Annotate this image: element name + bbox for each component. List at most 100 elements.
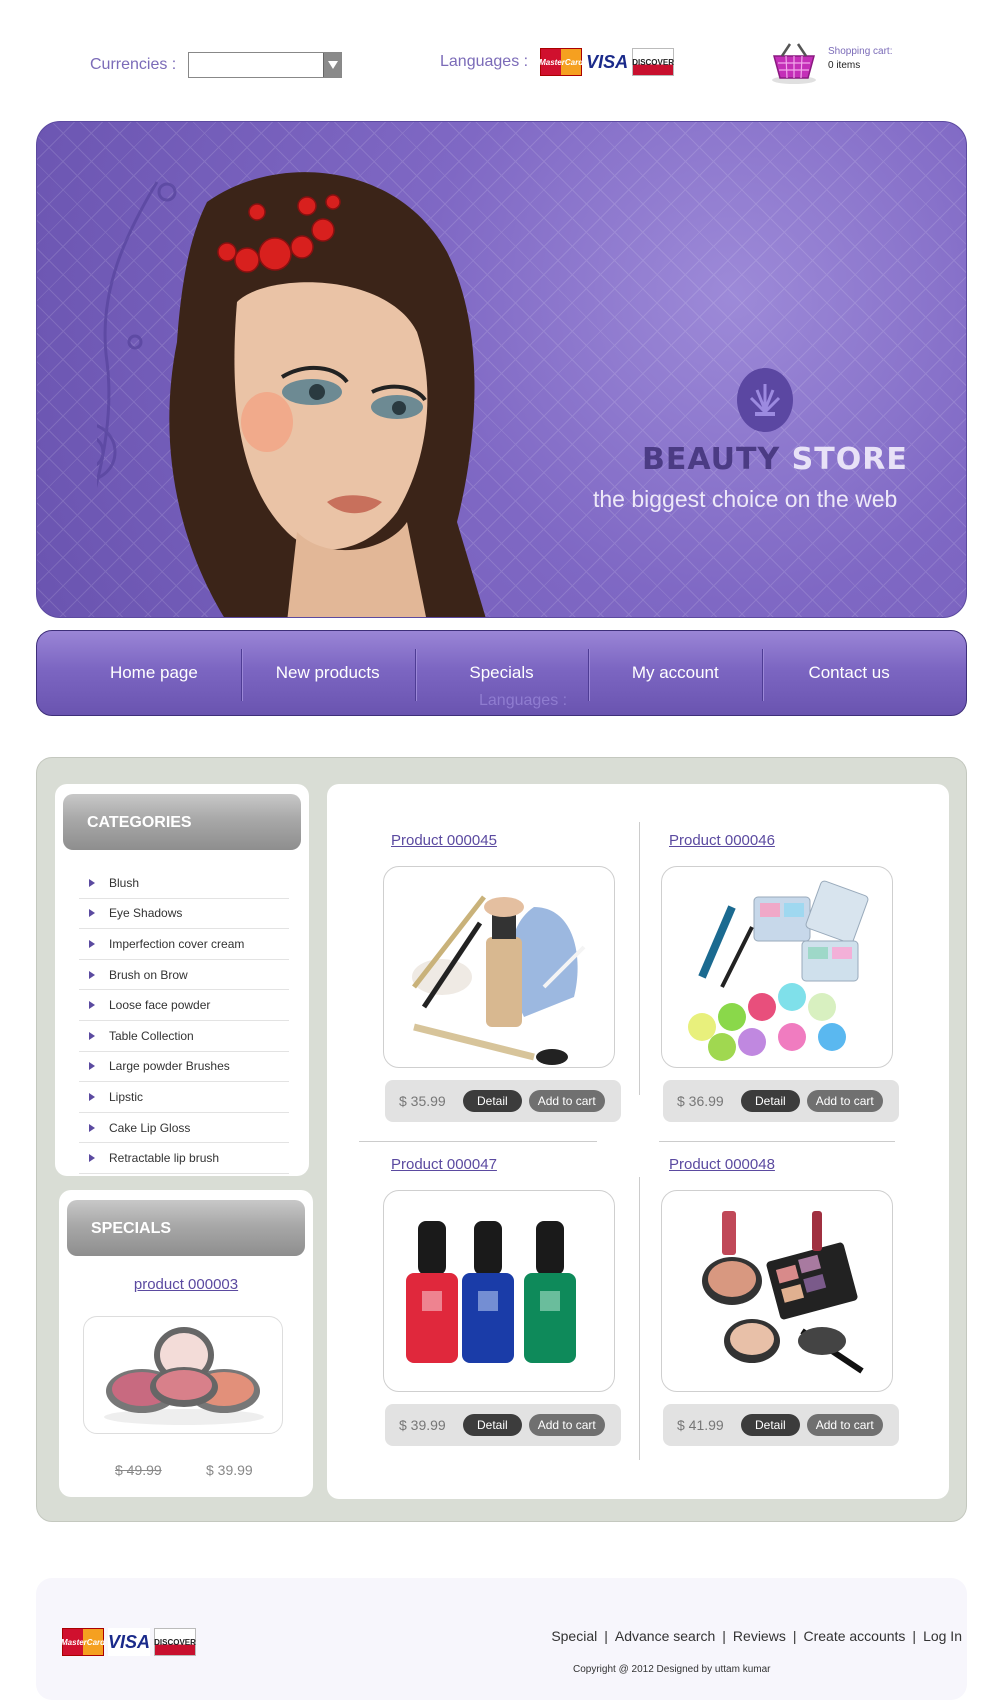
nav-new-products[interactable]: New products <box>240 643 415 703</box>
category-label: Imperfection cover cream <box>109 936 245 951</box>
currency-select[interactable] <box>188 52 343 78</box>
category-item[interactable]: Large powder Brushes <box>79 1052 289 1083</box>
main-content: CATEGORIES Blush Eye Shadows Imperfectio… <box>36 757 967 1522</box>
footer-link-special[interactable]: Special <box>551 1628 597 1644</box>
footer-links: Special | Advance search | Reviews | Cre… <box>551 1628 962 1644</box>
footer-link-advance-search[interactable]: Advance search <box>615 1628 715 1644</box>
arrow-right-icon <box>89 1123 95 1132</box>
banner-title-part1: BEAUTY <box>642 442 781 477</box>
category-item[interactable]: Table Collection <box>79 1021 289 1052</box>
product-image[interactable] <box>661 866 893 1068</box>
special-product-link[interactable]: product 000003 <box>59 1276 313 1293</box>
special-old-price: $ 49.99 <box>115 1462 162 1478</box>
visa-text: VISA <box>586 51 629 72</box>
footer-separator: | <box>912 1628 917 1644</box>
category-label: Loose face powder <box>109 998 211 1013</box>
category-item[interactable]: Lipstic <box>79 1082 289 1113</box>
arrow-right-icon <box>89 970 95 979</box>
category-label: Cake Lip Gloss <box>109 1120 191 1135</box>
compact-powder-icon <box>104 1327 264 1425</box>
product-grid: Product 000045 $ 35.99 Detail Add to car… <box>327 784 949 1499</box>
detail-button[interactable]: Detail <box>463 1090 522 1112</box>
arrow-right-icon <box>89 1031 95 1040</box>
column-divider <box>639 822 640 1095</box>
eyeshadow-palette-icon <box>688 880 869 1061</box>
discover-text: DISCOVER <box>632 57 674 67</box>
discover-logo: DISCOVER <box>154 1628 196 1656</box>
category-item[interactable]: Blush <box>79 868 289 899</box>
product-name-link[interactable]: Product 000045 <box>391 832 497 849</box>
makeup-kit-icon <box>702 1211 864 1374</box>
product-card: Product 000048 $ 41.99 Detail Add to car… <box>661 1136 901 1456</box>
product-name-link[interactable]: Product 000048 <box>669 1156 775 1173</box>
top-bar: Currencies : Languages : MasterCard VISA… <box>0 0 1003 110</box>
chevron-down-icon[interactable] <box>323 53 342 77</box>
special-product-image[interactable] <box>83 1316 283 1434</box>
category-label: Eye Shadows <box>109 906 183 921</box>
arrow-right-icon <box>89 878 95 887</box>
category-item[interactable]: Imperfection cover cream <box>79 929 289 960</box>
arrow-right-icon <box>89 939 95 948</box>
category-item[interactable]: Cake Lip Gloss <box>79 1113 289 1144</box>
category-label: Lipstic <box>109 1089 144 1104</box>
store-logo-icon <box>737 368 793 432</box>
footer-link-reviews[interactable]: Reviews <box>733 1628 786 1644</box>
visa-logo[interactable]: VISA <box>586 48 628 76</box>
main-navigation: Home page New products Specials My accou… <box>36 630 967 716</box>
nav-home-page[interactable]: Home page <box>67 643 241 703</box>
footer-payment-cards: MasterCard VISA DISCOVER <box>61 1628 196 1656</box>
discover-logo[interactable]: DISCOVER <box>632 48 675 76</box>
product-name-link[interactable]: Product 000047 <box>391 1156 497 1173</box>
footer-separator: | <box>792 1628 797 1644</box>
product-image[interactable] <box>383 866 615 1068</box>
payment-cards: MasterCard VISA DISCOVER <box>539 48 675 76</box>
nav-contact-us[interactable]: Contact us <box>762 643 936 703</box>
banner-title-part2: STORE <box>791 442 908 477</box>
product-price: $ 39.99 <box>399 1417 446 1433</box>
detail-button[interactable]: Detail <box>741 1414 800 1436</box>
footer-link-log-in[interactable]: Log In <box>923 1628 962 1644</box>
category-list: Blush Eye Shadows Imperfection cover cre… <box>79 868 289 1174</box>
product-action-bar: $ 41.99 Detail Add to cart <box>663 1404 899 1446</box>
specials-heading: SPECIALS <box>67 1200 305 1256</box>
product-image[interactable] <box>661 1190 893 1392</box>
add-to-cart-button[interactable]: Add to cart <box>806 1090 883 1112</box>
cart-item-count: 0 items <box>828 60 861 71</box>
mastercard-logo[interactable]: MasterCard <box>539 48 583 76</box>
category-label: Brush on Brow <box>109 967 188 982</box>
add-to-cart-button[interactable]: Add to cart <box>528 1414 605 1436</box>
product-image[interactable] <box>383 1190 615 1392</box>
currencies-selector: Currencies : <box>90 52 343 78</box>
cart-summary: Shopping cart: 0 items <box>828 46 893 71</box>
category-label: Blush <box>109 875 140 890</box>
detail-button[interactable]: Detail <box>741 1090 800 1112</box>
category-item[interactable]: Brush on Brow <box>79 960 289 991</box>
arrow-right-icon <box>89 1062 95 1071</box>
footer: MasterCard VISA DISCOVER Special | Advan… <box>36 1578 967 1700</box>
category-item[interactable]: Loose face powder <box>79 990 289 1021</box>
product-card: Product 000046 $ 36.99 Detail Add to car… <box>661 812 901 1132</box>
category-item[interactable]: Retractable lip brush <box>79 1143 289 1174</box>
visa-text: VISA <box>108 1631 151 1652</box>
detail-button[interactable]: Detail <box>463 1414 522 1436</box>
product-action-bar: $ 36.99 Detail Add to cart <box>663 1080 899 1122</box>
product-name-link[interactable]: Product 000046 <box>669 832 775 849</box>
category-item[interactable]: Eye Shadows <box>79 899 289 930</box>
discover-text: DISCOVER <box>154 1637 196 1647</box>
specials-panel: SPECIALS product 000003 $ 49.99 $ 39.99 <box>59 1190 313 1497</box>
product-price: $ 36.99 <box>677 1093 724 1109</box>
languages-label: Languages : <box>440 53 529 70</box>
product-action-bar: $ 35.99 Detail Add to cart <box>385 1080 621 1122</box>
currencies-label: Currencies : <box>90 56 177 73</box>
add-to-cart-button[interactable]: Add to cart <box>806 1414 883 1436</box>
copyright-text: Copyright @ 2012 Designed by uttam kumar <box>573 1664 771 1675</box>
shopping-cart[interactable]: Shopping cart: 0 items <box>768 40 893 86</box>
column-divider <box>639 1177 640 1460</box>
model-portrait-image <box>97 172 486 617</box>
footer-link-create-accounts[interactable]: Create accounts <box>803 1628 905 1644</box>
shopping-basket-icon[interactable] <box>768 40 820 86</box>
nav-my-account[interactable]: My account <box>588 643 762 703</box>
cart-title: Shopping cart: <box>828 46 893 57</box>
add-to-cart-button[interactable]: Add to cart <box>528 1090 605 1112</box>
mastercard-text: MasterCard <box>61 1637 106 1647</box>
